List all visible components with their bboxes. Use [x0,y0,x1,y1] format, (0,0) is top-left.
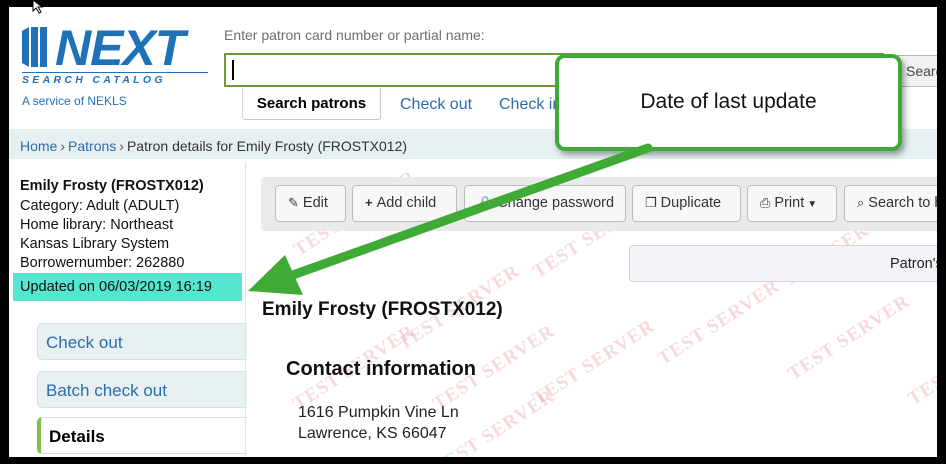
add-child-label: Add child [376,195,437,211]
logo-subtitle: SEARCH CATALOG [22,72,208,86]
tab-search-patrons[interactable]: Search patrons [242,87,381,120]
text-caret [232,60,234,80]
print-label: Print [774,195,805,211]
watermark: TEST SERVER [784,290,914,385]
change-password-button[interactable]: 🔒 Change password [464,185,626,222]
printer-icon: ⎙ [760,195,771,210]
patron-home-library: Home library: Northeast [20,217,174,233]
app-window: NEXT SEARCH CATALOG A service of NEKLS E… [9,7,937,457]
duplicate-button[interactable]: ❐ Duplicate [632,185,741,222]
next-search-catalog-logo[interactable]: NEXT SEARCH CATALOG A service of NEKLS [20,20,210,113]
search-icon: ⌕ [857,195,865,210]
patron-category: Category: Adult (ADULT) [20,198,180,214]
print-button[interactable]: ⎙ Print ▼ [747,185,837,222]
column-divider [245,162,246,457]
patron-home-library-cont: Kansas Library System [20,236,170,252]
duplicate-label: Duplicate [660,195,722,211]
tab-check-in[interactable]: Check in [499,88,561,120]
patron-updated-date: Updated on 06/03/2019 16:19 [13,273,242,301]
search-to-hold-label: Search to hold [868,195,937,211]
breadcrumb-home-link[interactable]: Home [20,138,57,154]
patron-address: 1616 Pumpkin Vine Ln Lawrence, KS 66047 [298,402,459,444]
edit-button[interactable]: ✎ Edit [275,185,346,222]
copy-icon: ❐ [645,195,657,210]
breadcrumb-current: Patron details for Emily Frosty (FROSTX0… [126,138,408,154]
patron-tab-strip[interactable]: Patron's [629,245,937,282]
menu-item-check-out[interactable]: Check out [37,323,247,360]
lock-icon: 🔒 [477,195,494,210]
add-child-button[interactable]: + Add child [352,185,457,222]
change-password-label: Change password [497,195,615,211]
address-line-2: Lawrence, KS 66047 [298,425,447,442]
logo-book-icon [22,27,47,67]
search-button[interactable]: Search [897,55,937,87]
logo-service-text: A service of NEKLS [22,94,127,108]
edit-label: Edit [302,195,328,211]
address-line-1: 1616 Pumpkin Vine Ln [298,404,459,421]
search-hint-label: Enter patron card number or partial name… [224,27,485,43]
breadcrumb-separator: › [60,138,66,154]
page-title: Emily Frosty (FROSTX012) [262,299,503,320]
plus-icon: + [365,195,373,210]
mouse-cursor-icon [32,0,44,14]
pencil-icon: ✎ [288,195,299,210]
search-to-hold-button[interactable]: ⌕Search to hold [844,185,937,222]
breadcrumb-patrons-link[interactable]: Patrons [68,138,116,154]
patron-summary: Emily Frosty (FROSTX012) Category: Adult… [20,177,245,273]
patron-toolbar: ✎ Edit + Add child 🔒 Change password ❐ Dupli… [261,177,937,231]
watermark: TEST SERVER [654,275,784,370]
contact-information-heading: Contact information [286,358,476,380]
caret-down-icon: ▼ [807,199,818,210]
watermark: TEST SERVER [904,316,937,410]
breadcrumb-separator: › [119,138,124,154]
annotation-callout: Date of last update [555,54,902,151]
patron-summary-name: Emily Frosty (FROSTX012) [20,178,204,194]
menu-item-details[interactable]: Details [37,417,247,454]
logo-word: NEXT [55,20,185,76]
patron-borrowernumber: Borrowernumber: 262880 [20,255,185,271]
tab-check-out[interactable]: Check out [400,88,472,120]
menu-item-batch-check-out[interactable]: Batch check out [37,371,247,408]
